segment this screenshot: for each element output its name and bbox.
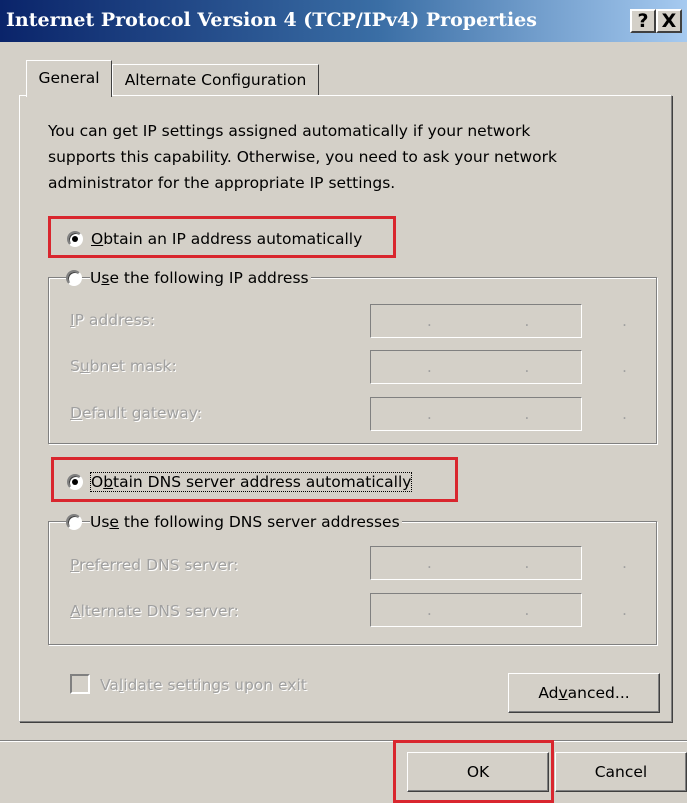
ip-address-field[interactable]: . . .: [370, 304, 627, 338]
advanced-button[interactable]: Advanced...: [508, 673, 660, 713]
tcpip-properties-dialog: Internet Protocol Version 4 (TCP/IPv4) P…: [0, 0, 687, 803]
intro-line: administrator for the appropriate IP set…: [48, 174, 396, 192]
tab-general-label: General: [38, 69, 100, 87]
tab-alternate-configuration[interactable]: Alternate Configuration: [112, 64, 319, 95]
bottom-separator: [0, 740, 687, 742]
help-button[interactable]: ?: [630, 9, 656, 33]
intro-line: You can get IP settings assigned automat…: [48, 122, 531, 140]
obtain-dns-auto-radio[interactable]: Obtain DNS server address automatically: [67, 470, 413, 494]
ok-button[interactable]: OK: [407, 752, 549, 792]
radio-checked-icon[interactable]: [67, 474, 83, 490]
preferred-dns-label: Preferred DNS server:: [70, 556, 239, 574]
ip-address-label: IP address:: [70, 311, 155, 329]
default-gateway-field[interactable]: . . .: [370, 397, 627, 431]
validate-settings-checkbox[interactable]: [70, 674, 90, 694]
radio-unchecked-icon[interactable]: [66, 514, 82, 530]
obtain-ip-auto-label: Obtain an IP address automatically: [91, 230, 363, 248]
intro-line: supports this capability. Otherwise, you…: [48, 148, 557, 166]
use-following-dns-label: Use the following DNS server addresses: [90, 513, 402, 531]
cancel-button[interactable]: Cancel: [555, 752, 687, 792]
default-gateway-value: . . .: [427, 405, 671, 423]
tab-alternate-label: Alternate Configuration: [124, 71, 307, 89]
alternate-dns-field[interactable]: . . .: [370, 593, 627, 627]
intro-text: You can get IP settings assigned automat…: [48, 118, 648, 196]
use-following-ip-radio[interactable]: Use the following IP address: [66, 266, 311, 290]
title-bar[interactable]: Internet Protocol Version 4 (TCP/IPv4) P…: [0, 0, 687, 42]
window-title: Internet Protocol Version 4 (TCP/IPv4) P…: [6, 9, 537, 31]
use-following-ip-label: Use the following IP address: [90, 269, 311, 287]
obtain-dns-auto-label: Obtain DNS server address automatically: [89, 472, 413, 492]
subnet-mask-field[interactable]: . . .: [370, 350, 627, 384]
subnet-mask-value: . . .: [427, 358, 671, 376]
subnet-mask-label: Subnet mask:: [70, 357, 177, 375]
preferred-dns-value: . . .: [427, 554, 671, 572]
ip-address-value: . . .: [427, 312, 671, 330]
tab-general[interactable]: General: [26, 60, 112, 97]
use-following-dns-radio[interactable]: Use the following DNS server addresses: [66, 510, 402, 534]
validate-settings-label: Validate settings upon exit: [100, 676, 307, 694]
radio-checked-icon[interactable]: [67, 231, 83, 247]
alternate-dns-value: . . .: [427, 601, 671, 619]
preferred-dns-field[interactable]: . . .: [370, 546, 627, 580]
default-gateway-label: Default gateway:: [70, 404, 202, 422]
close-button[interactable]: X: [656, 9, 682, 33]
alternate-dns-label: Alternate DNS server:: [70, 602, 239, 620]
radio-unchecked-icon[interactable]: [66, 270, 82, 286]
obtain-ip-auto-radio[interactable]: Obtain an IP address automatically: [67, 227, 362, 251]
